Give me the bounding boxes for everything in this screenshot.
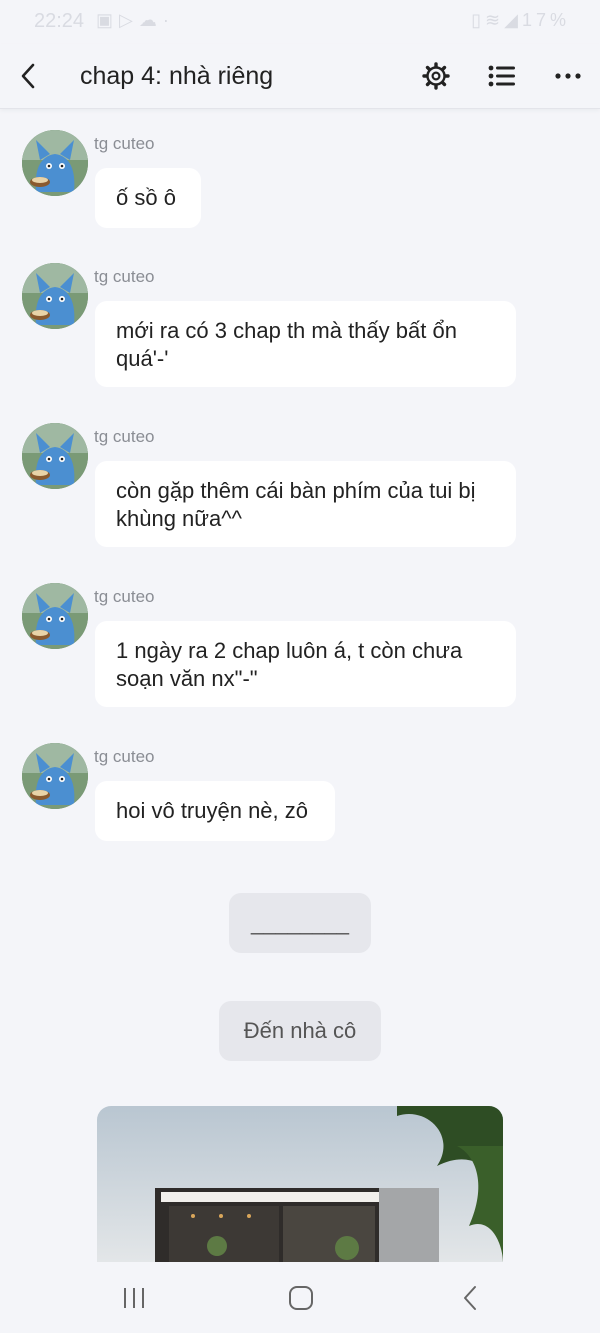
- separator-pill: ________: [229, 893, 371, 953]
- system-nav-bar: [0, 1262, 600, 1333]
- status-right-icons: ▯≋◢17%: [471, 10, 570, 31]
- scene-label-pill: Đến nhà cô: [219, 1001, 381, 1061]
- settings-button[interactable]: [416, 56, 456, 96]
- status-time: 22:24: [34, 10, 85, 32]
- story-image[interactable]: [97, 1106, 503, 1262]
- avatar[interactable]: [22, 743, 88, 809]
- more-options-button[interactable]: [548, 56, 588, 96]
- message-author: tg cuteo: [94, 587, 155, 606]
- system-back-button[interactable]: [450, 1280, 490, 1316]
- cat-avatar-icon: [22, 423, 88, 489]
- vibrate-icon: ▯: [471, 10, 486, 30]
- message-author: tg cuteo: [94, 267, 155, 286]
- top-bar: chap 4: nhà riêng: [0, 44, 600, 109]
- play-icon: ▷: [119, 10, 139, 30]
- dot-icon: ·: [162, 10, 175, 30]
- message-bubble: 1 ngày ra 2 chap luôn á, t còn chưa soạn…: [95, 621, 516, 707]
- message-author: tg cuteo: [94, 747, 155, 766]
- image-icon: ▣: [96, 10, 120, 30]
- page-title: chap 4: nhà riêng: [80, 62, 274, 90]
- list-icon: [488, 65, 515, 87]
- message-bubble: ố sồ ô: [95, 168, 201, 228]
- avatar[interactable]: [22, 583, 88, 649]
- chapter-list-button[interactable]: [482, 56, 522, 96]
- message-bubble: còn gặp thêm cái bàn phím của tui bị khù…: [95, 461, 516, 547]
- message-bubble: mới ra có 3 chap th mà thấy bất ổn quá'-…: [95, 301, 516, 387]
- back-arrow-icon: [464, 1286, 476, 1310]
- recent-apps-icon: [124, 1288, 144, 1308]
- more-icon: [555, 73, 581, 79]
- home-button[interactable]: [281, 1280, 321, 1316]
- avatar[interactable]: [22, 423, 88, 489]
- cat-avatar-icon: [22, 263, 88, 329]
- avatar[interactable]: [22, 263, 88, 329]
- status-left-icons: ▣▷☁·: [96, 10, 175, 31]
- home-icon: [289, 1286, 313, 1310]
- back-button[interactable]: [10, 56, 46, 96]
- recent-apps-button[interactable]: [114, 1280, 154, 1316]
- message-author: tg cuteo: [94, 427, 155, 446]
- message-bubble: hoi vô truyện nè, zô: [95, 781, 335, 841]
- signal-icon: ◢: [504, 10, 522, 30]
- house-photo: [97, 1106, 503, 1262]
- message-author: tg cuteo: [94, 134, 155, 153]
- chevron-left-icon: [21, 63, 35, 89]
- cat-avatar-icon: [22, 130, 88, 196]
- cat-avatar-icon: [22, 743, 88, 809]
- wifi-icon: ≋: [485, 10, 505, 30]
- gear-icon: [422, 62, 450, 90]
- battery-text: 17%: [521, 10, 570, 30]
- avatar[interactable]: [22, 130, 88, 196]
- cloud-icon: ☁: [138, 10, 163, 30]
- cat-avatar-icon: [22, 583, 88, 649]
- status-bar: 22:24 ▣▷☁· ▯≋◢17%: [0, 0, 600, 44]
